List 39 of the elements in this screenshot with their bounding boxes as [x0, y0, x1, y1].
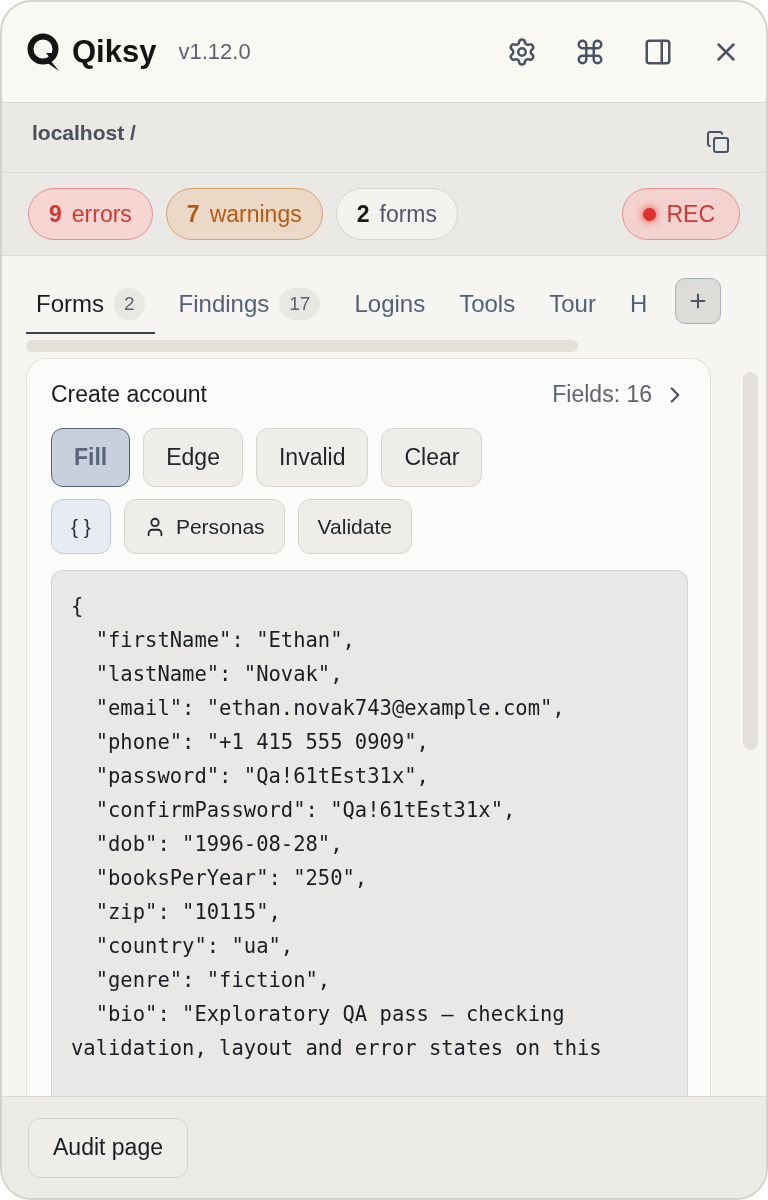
code-line: "zip": "10115", [94, 899, 282, 926]
action-button[interactable]: Fill [51, 428, 131, 487]
settings-icon[interactable] [506, 36, 538, 68]
action-button[interactable]: Edge [143, 428, 243, 487]
code-line: "email": "ethan.novak743@example.com", [94, 695, 566, 722]
version-label: v1.12.0 [178, 39, 251, 65]
code-line: "firstName": "Ethan", [94, 627, 356, 654]
code-line: "lastName": "Novak", [94, 661, 344, 688]
tab[interactable]: H [619, 286, 658, 334]
tab[interactable]: Logins [344, 286, 436, 334]
tool-button[interactable]: Validate [297, 499, 412, 554]
form-title: Create account [51, 381, 207, 408]
app-name: Qiksy [72, 34, 157, 70]
add-tab-button[interactable] [675, 278, 721, 324]
code-line: "country": "ua", [94, 933, 295, 960]
tab[interactable]: Tour [539, 286, 606, 334]
copy-icon[interactable] [706, 129, 730, 154]
code-line: "password": "Qa!61tEst31x", [94, 763, 430, 790]
personas-button[interactable]: Personas [123, 499, 285, 554]
code-line: "bio": "Exploratory QA pass — checking [94, 1001, 566, 1028]
tab[interactable]: Forms 2 [26, 286, 155, 334]
code-line: "genre": "fiction", [94, 967, 332, 994]
page-path: localhost / [32, 120, 136, 145]
code-line: validation, layout and error states on this [71, 1035, 603, 1062]
tab-count: 17 [279, 288, 321, 320]
code-line: "confirmPassword": "Qa!61tEst31x", [94, 797, 517, 824]
code-line: "phone": "+1 415 555 0909", [94, 729, 430, 756]
tab[interactable]: Findings 17 [168, 286, 331, 334]
action-button[interactable]: Clear [381, 428, 483, 487]
action-button[interactable]: Invalid [255, 428, 369, 487]
audit-page-button[interactable]: Audit page [28, 1117, 188, 1178]
code-line: "booksPerYear": "250", [94, 865, 369, 892]
code-line: { [71, 593, 85, 620]
count-badge[interactable]: 2 forms [335, 188, 458, 240]
field-count: Fields: 16 [552, 381, 652, 408]
json-toggle-button[interactable]: { } [51, 499, 111, 554]
tab[interactable]: Tools [449, 286, 526, 334]
code-line: "dob": "1996-08-28", [94, 831, 344, 858]
tab-count: 2 [114, 288, 145, 320]
